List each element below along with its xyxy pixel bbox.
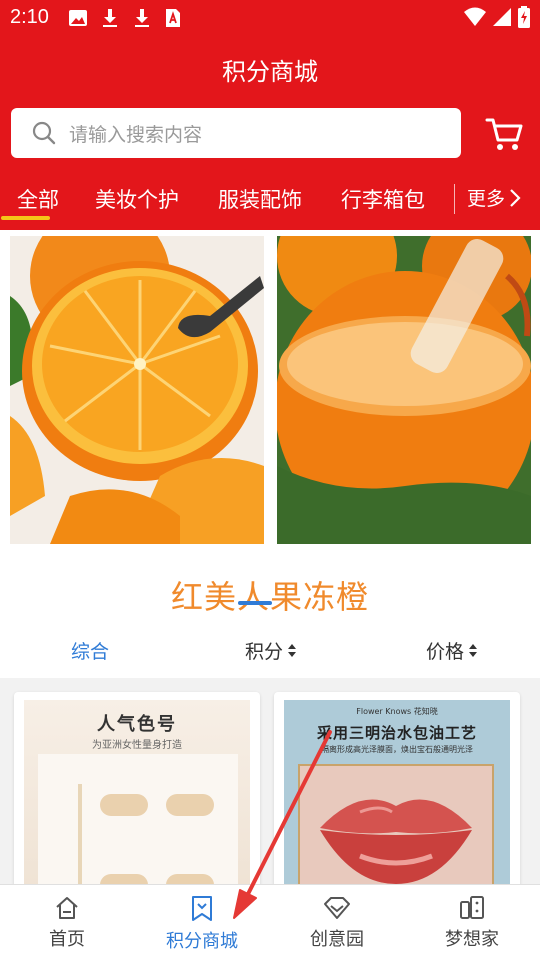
product-image-headline: 采用三明治水包油工艺 [316,724,477,742]
lip-photo [298,764,494,884]
wifi-icon [464,7,486,26]
search-placeholder: 请输入搜索内容 [69,124,203,146]
category-tab-luggage[interactable]: 行李箱包 [341,184,425,214]
tab-dreamer[interactable]: 梦想家 [417,895,527,951]
sort-comprehensive[interactable]: 综合 [71,637,109,664]
status-time: 2:10 [10,6,49,28]
battery-icon [518,6,530,28]
app-notification-icon [166,9,180,27]
product-image-subline: 为亚洲女性量身打造 [92,740,182,751]
tab-points-mall[interactable]: 积分商城 [147,895,257,953]
product-grid: 人气色号 为亚洲女性量身打造 Flower Knows 花知晓 采用三明治水包油… [0,678,540,884]
orange-image-left [10,236,264,544]
tab-dreamer-label: 梦想家 [445,929,499,950]
bottom-tab-bar: 首页 积分商城 创意园 梦想家 [0,884,540,960]
category-active-indicator [1,216,50,220]
sort-arrows-icon [287,643,297,659]
chevron-right-icon [510,188,521,207]
product-card[interactable]: 人气色号 为亚洲女性量身打造 [14,692,260,884]
product-image: 人气色号 为亚洲女性量身打造 [24,700,250,884]
status-bar: 2:10 [0,0,540,36]
sort-points[interactable]: 积分 [245,637,297,664]
sort-bar: 综合 积分 价格 [0,622,540,678]
product-image: Flower Knows 花知晓 采用三明治水包油工艺 隔离形成高光泽膜面，焕出… [284,700,510,884]
page-title: 积分商城 [222,58,318,86]
product-image-headline: 人气色号 [97,714,177,735]
promo-banner[interactable]: 红美人果冻橙 [0,230,540,622]
category-divider [454,184,455,214]
category-tab-beauty[interactable]: 美妆个护 [95,184,179,214]
swatch-panel [38,754,238,884]
diamond-icon [324,897,350,919]
orange-image-right [277,236,531,544]
signal-icon [493,8,511,26]
search-bar[interactable]: 请输入搜索内容 [11,108,461,158]
product-card[interactable]: Flower Knows 花知晓 采用三明治水包油工艺 隔离形成高光泽膜面，焕出… [274,692,520,884]
sort-price[interactable]: 价格 [426,637,478,664]
header: 积分商城 请输入搜索内容 全部 美妆个护 服装配饰 行李箱包 更多 [0,36,540,230]
phone-icon [460,896,484,919]
sort-price-label: 价格 [426,641,465,663]
sort-points-label: 积分 [245,641,284,663]
tab-points-mall-label: 积分商城 [166,931,238,952]
more-categories-button[interactable]: 更多 [467,184,521,211]
status-system-icons [464,6,530,28]
status-notification-icons [68,8,182,28]
category-tab-all[interactable]: 全部 [17,184,59,214]
tab-creative-park[interactable]: 创意园 [282,895,392,951]
product-image-subline: 隔离形成高光泽膜面，焕出宝石般通明光泽 [321,745,473,754]
download-notification-icon [103,9,117,27]
more-label: 更多 [467,188,506,210]
sort-arrows-icon [468,643,478,659]
product-brand: Flower Knows 花知晓 [356,707,438,716]
cart-icon[interactable] [485,116,525,152]
sort-comprehensive-label: 综合 [71,641,110,663]
tab-home[interactable]: 首页 [12,895,122,951]
image-notification-icon [69,10,87,26]
tab-home-label: 首页 [49,929,85,950]
home-icon [56,897,78,919]
banner-title: 红美人果冻橙 [170,578,369,616]
bookmark-icon [192,896,212,921]
category-tab-apparel[interactable]: 服装配饰 [218,184,302,214]
banner-indicator [238,601,272,605]
category-tabs: 全部 美妆个护 服装配饰 行李箱包 更多 [0,180,540,220]
search-icon [32,121,56,145]
download-notification-icon-2 [135,9,149,27]
tab-creative-park-label: 创意园 [310,929,364,950]
